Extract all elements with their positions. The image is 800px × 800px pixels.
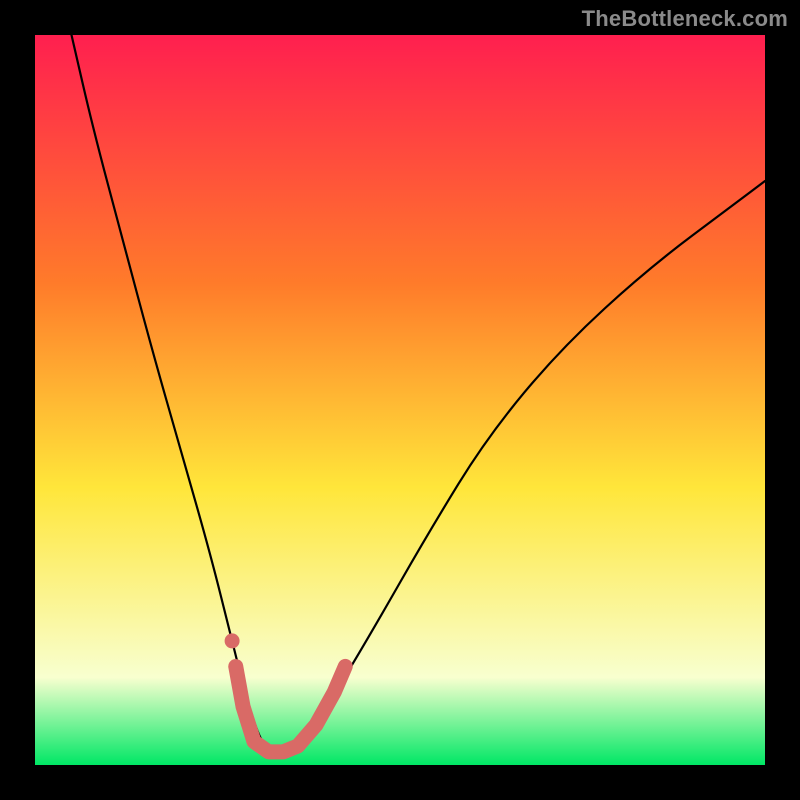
- curve-layer: [35, 35, 765, 765]
- watermark-text: TheBottleneck.com: [582, 6, 788, 32]
- bottleneck-curve: [72, 35, 766, 755]
- highlight-dot: [225, 633, 240, 648]
- plot-area: [35, 35, 765, 765]
- outer-frame: TheBottleneck.com: [0, 0, 800, 800]
- highlight-band: [236, 666, 346, 751]
